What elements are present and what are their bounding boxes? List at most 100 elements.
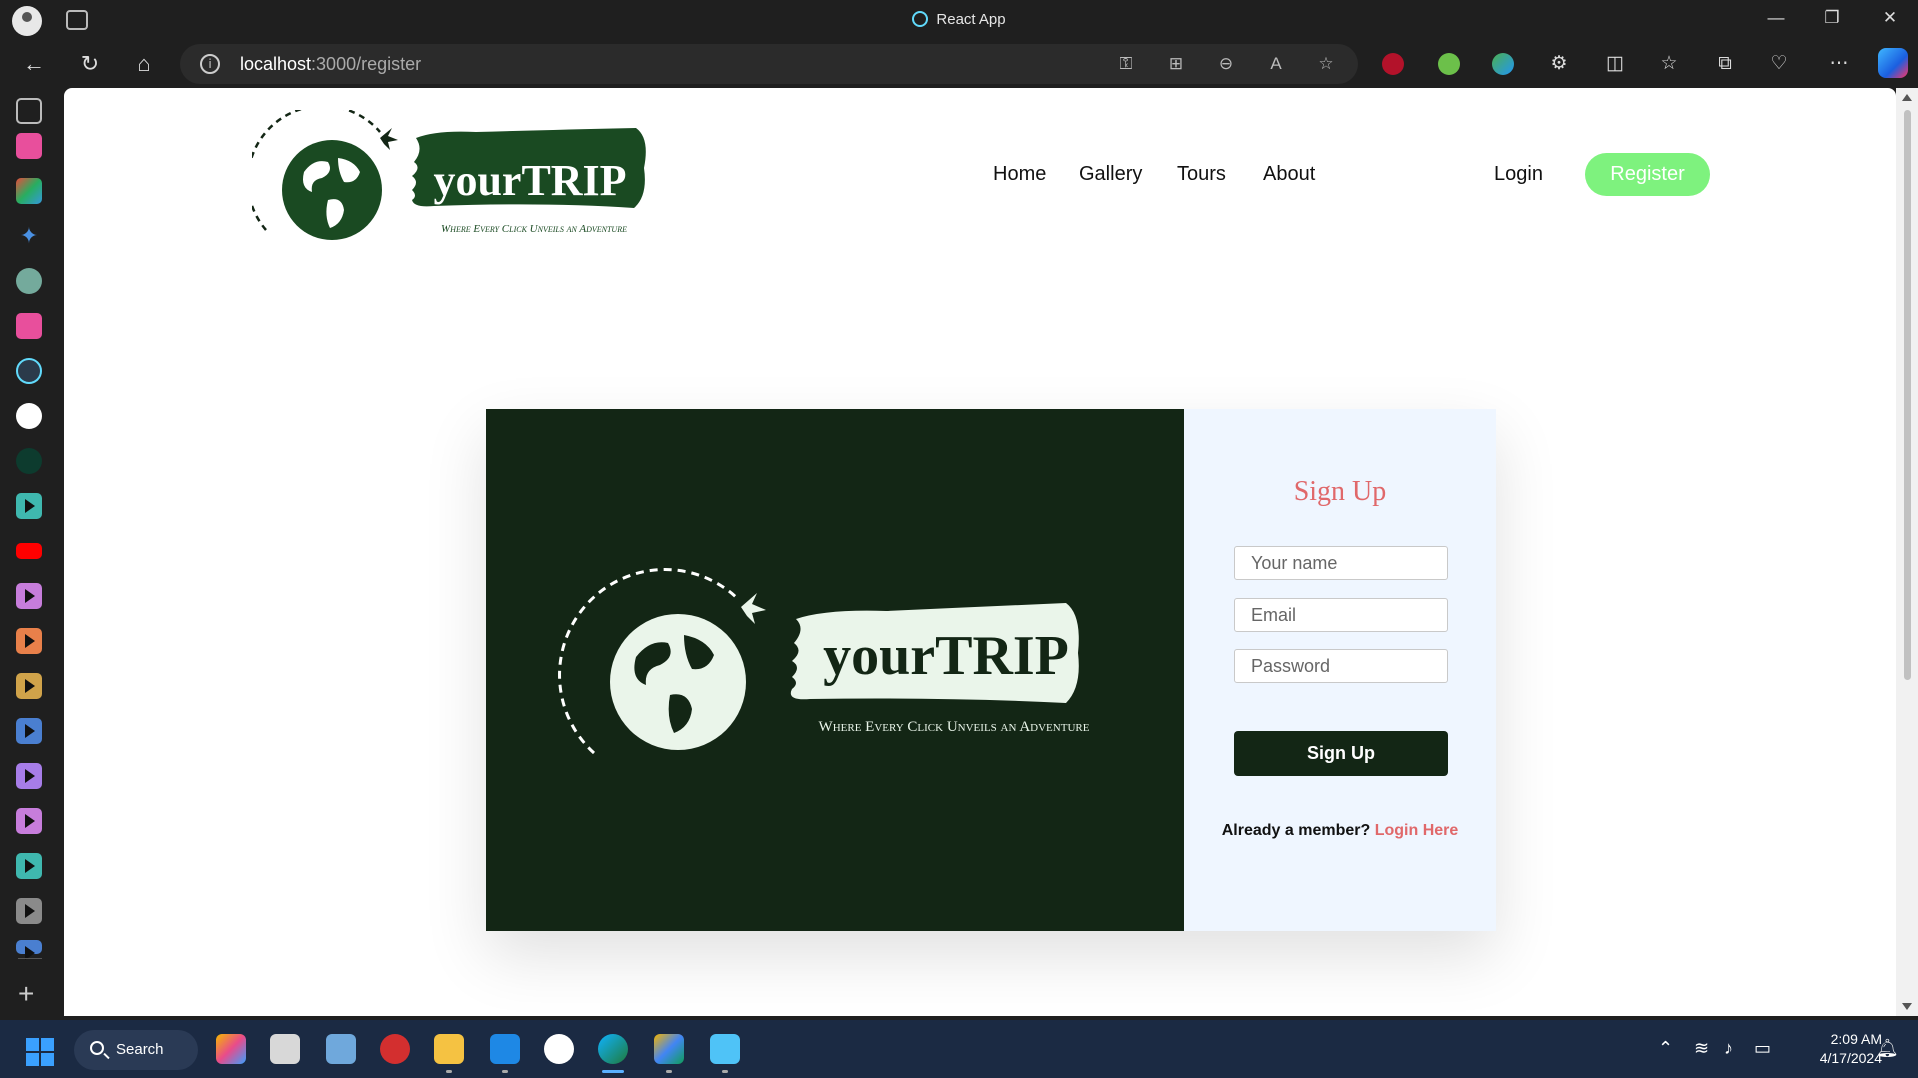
taskbar-vscode-icon[interactable]	[490, 1034, 520, 1064]
sidebar-app-pink-icon[interactable]	[16, 133, 42, 159]
scroll-up-icon[interactable]	[1902, 94, 1912, 101]
sidebar-video-teal-2-icon[interactable]	[16, 853, 42, 879]
sidebar-divider	[18, 958, 42, 959]
read-aloud-icon[interactable]: A	[1265, 53, 1287, 75]
browser-essentials-icon[interactable]: ♡	[1766, 52, 1792, 76]
battery-icon[interactable]: ▭	[1754, 1038, 1771, 1059]
sidebar-app-pink-2-icon[interactable]	[16, 313, 42, 339]
minimize-button[interactable]: —	[1756, 8, 1796, 28]
register-button[interactable]: Register	[1585, 153, 1710, 196]
sidebar-video-orange-icon[interactable]	[16, 628, 42, 654]
tray-chevron-up-icon[interactable]: ⌃	[1658, 1038, 1673, 1059]
copilot-icon[interactable]	[1878, 48, 1908, 78]
browser-toolbar: ← ↻ ⌂ i localhost:3000/register ⚿ ⊞ ⊖ A …	[0, 40, 1918, 88]
sidebar-react-icon[interactable]	[16, 358, 42, 384]
nav-home[interactable]: Home	[993, 163, 1046, 186]
search-icon	[90, 1041, 104, 1055]
sidebar-toggle-icon[interactable]	[16, 98, 42, 124]
react-favicon-icon	[912, 11, 929, 27]
taskbar-file-explorer-icon[interactable]	[434, 1034, 464, 1064]
login-prompt: Already a member? Login Here	[1184, 822, 1496, 840]
browser-sidebar: ✦ +	[0, 88, 60, 1020]
windows-taskbar: Search ⌃ ≋ ♪ ▭ 2:09 AM 4/17/2024 🔔︎	[0, 1020, 1918, 1078]
sidebar-video-gray-icon[interactable]	[16, 898, 42, 924]
scroll-down-icon[interactable]	[1902, 1003, 1912, 1010]
key-icon[interactable]: ⚿	[1115, 53, 1137, 75]
taskbar-task-view-icon[interactable]	[270, 1034, 300, 1064]
name-input[interactable]	[1234, 546, 1448, 580]
email-input[interactable]	[1234, 598, 1448, 632]
apps-icon[interactable]: ⊞	[1165, 53, 1187, 75]
restore-button[interactable]: ❐	[1812, 8, 1852, 28]
extensions-puzzle-icon[interactable]: ⚙	[1546, 52, 1572, 76]
site-info-icon[interactable]: i	[200, 54, 220, 74]
sidebar-video-purple-icon[interactable]	[16, 583, 42, 609]
zoom-out-icon[interactable]: ⊖	[1215, 53, 1237, 75]
explorer-running-indicator	[446, 1070, 452, 1073]
nav-login[interactable]: Login	[1494, 163, 1543, 186]
sidebar-app-multicolor-icon[interactable]	[16, 178, 42, 204]
taskbar-photos-icon[interactable]	[326, 1034, 356, 1064]
nav-gallery[interactable]: Gallery	[1079, 163, 1142, 186]
taskbar-edge-icon[interactable]	[598, 1034, 628, 1064]
sidebar-mongodb-icon[interactable]	[16, 448, 42, 474]
signup-card: yourTRIP Where Every Click Unveils an Ad…	[486, 409, 1496, 931]
refresh-icon[interactable]: ↻	[76, 50, 104, 78]
git-running-indicator	[666, 1070, 672, 1073]
site-logo[interactable]: yourTRIP Where Every Click Unveils an Ad…	[252, 110, 672, 240]
panel-airplane-icon	[741, 593, 766, 624]
taskbar-clock[interactable]: 2:09 AM 4/17/2024	[1792, 1030, 1882, 1068]
home-icon[interactable]: ⌂	[130, 50, 158, 78]
favorites-icon[interactable]: ☆	[1656, 52, 1682, 76]
back-arrow-icon[interactable]: ←	[20, 50, 48, 78]
sidebar-video-blue-icon[interactable]	[16, 718, 42, 744]
signup-heading: Sign Up	[1293, 476, 1387, 507]
windows-start-icon[interactable]	[26, 1038, 54, 1066]
clock-date: 4/17/2024	[1819, 1050, 1882, 1066]
panel-tagline-text: Where Every Click Unveils an Adventure	[819, 719, 1090, 735]
sidebar-chatgpt-icon[interactable]	[16, 268, 42, 294]
add-extension-icon[interactable]	[1438, 53, 1460, 75]
colorful-extension-icon[interactable]	[1492, 53, 1514, 75]
sidebar-gemini-icon[interactable]: ✦	[16, 223, 42, 249]
taskbar-git-icon[interactable]	[654, 1034, 684, 1064]
page-viewport: yourTRIP Where Every Click Unveils an Ad…	[64, 88, 1896, 1016]
sidebar-video-violet-icon[interactable]	[16, 763, 42, 789]
scrollbar-thumb[interactable]	[1904, 110, 1911, 680]
login-here-link[interactable]: Login Here	[1375, 822, 1459, 839]
airplane-icon	[380, 128, 398, 150]
nav-tours[interactable]: Tours	[1177, 163, 1226, 186]
sidebar-github-icon[interactable]	[16, 403, 42, 429]
member-text: Already a member?	[1221, 822, 1371, 839]
collections-icon[interactable]: ⧉	[1712, 52, 1738, 76]
url-text[interactable]: localhost:3000/register	[240, 54, 421, 75]
wifi-icon[interactable]: ≋	[1694, 1038, 1709, 1059]
sidebar-youtube-icon[interactable]	[16, 543, 42, 559]
taskbar-copilot-icon[interactable]	[216, 1034, 246, 1064]
favorite-star-icon[interactable]: ☆	[1315, 53, 1337, 75]
sidebar-video-partial-icon[interactable]	[16, 940, 42, 960]
ublock-extension-icon[interactable]	[1382, 53, 1404, 75]
taskbar-search-label: Search	[116, 1041, 164, 1058]
signup-form-panel: Sign Up Sign Up Already a member? Login …	[1184, 409, 1496, 931]
more-menu-icon[interactable]: ⋯	[1826, 52, 1852, 76]
sidebar-video-gold-icon[interactable]	[16, 673, 42, 699]
page-scrollbar[interactable]	[1896, 88, 1918, 1016]
taskbar-search[interactable]: Search	[74, 1030, 198, 1070]
close-window-button[interactable]: ✕	[1870, 8, 1910, 28]
password-input[interactable]	[1234, 649, 1448, 683]
sidebar-video-lilac-icon[interactable]	[16, 808, 42, 834]
sidebar-add-icon[interactable]: +	[18, 978, 34, 1010]
signup-submit-button[interactable]: Sign Up	[1234, 731, 1448, 776]
volume-icon[interactable]: ♪	[1724, 1038, 1733, 1059]
taskbar-notepad-icon[interactable]	[710, 1034, 740, 1064]
notification-bell-icon[interactable]: 🔔︎	[1876, 1038, 1899, 1059]
split-screen-icon[interactable]: ◫	[1602, 52, 1628, 76]
brand-panel: yourTRIP Where Every Click Unveils an Ad…	[486, 409, 1184, 931]
nav-about[interactable]: About	[1263, 163, 1315, 186]
taskbar-t-app-icon[interactable]	[380, 1034, 410, 1064]
sidebar-video-teal-icon[interactable]	[16, 493, 42, 519]
address-bar[interactable]: i localhost:3000/register ⚿ ⊞ ⊖ A ☆	[180, 44, 1358, 84]
taskbar-app-store-icon[interactable]	[544, 1034, 574, 1064]
clock-time: 2:09 AM	[1830, 1031, 1882, 1047]
